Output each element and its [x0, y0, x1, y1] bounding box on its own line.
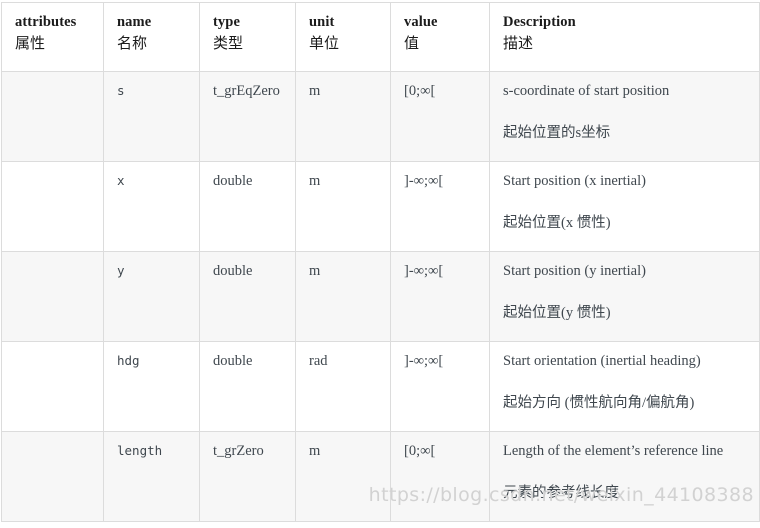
- specification-table-container: attributes 属性 name 名称 type 类型 unit 单位 va…: [1, 2, 760, 522]
- cell-attributes: [1, 341, 104, 432]
- table-header: attributes 属性 name 名称 type 类型 unit 单位 va…: [1, 2, 760, 72]
- column-header-attributes-en: attributes: [15, 14, 77, 30]
- cell-name-value: length: [117, 443, 163, 458]
- table-row: x double m ]-∞;∞[ Start position (x iner…: [1, 161, 760, 252]
- cell-type-value: t_grEqZero: [213, 83, 280, 99]
- table-row: s t_grEqZero m [0;∞[ s-coordinate of sta…: [1, 71, 760, 162]
- cell-description-zh: 起始位置的s坐标: [503, 125, 611, 141]
- cell-description: Length of the element’s reference line 元…: [489, 431, 760, 522]
- cell-name: s: [103, 71, 200, 162]
- cell-name: hdg: [103, 341, 200, 432]
- cell-name-value: x: [117, 173, 125, 188]
- cell-type: t_grZero: [199, 431, 296, 522]
- cell-type-value: double: [213, 263, 253, 279]
- cell-description-en: s-coordinate of start position: [503, 83, 670, 99]
- table-row: length t_grZero m [0;∞[ Length of the el…: [1, 431, 760, 522]
- column-header-type: type 类型: [199, 2, 296, 72]
- cell-name: length: [103, 431, 200, 522]
- cell-value-value: [0;∞[: [404, 83, 436, 99]
- cell-description-zh: 起始方向 (惯性航向角/偏航角): [503, 395, 695, 411]
- cell-attributes: [1, 71, 104, 162]
- cell-unit: m: [295, 431, 391, 522]
- column-header-name: name 名称: [103, 2, 200, 72]
- cell-description-en: Length of the element’s reference line: [503, 443, 724, 459]
- cell-name-value: s: [117, 83, 125, 98]
- column-header-attributes: attributes 属性: [1, 2, 104, 72]
- column-header-description-en: Description: [503, 14, 576, 30]
- cell-value-value: ]-∞;∞[: [404, 353, 444, 369]
- cell-type-value: double: [213, 173, 253, 189]
- cell-attributes: [1, 161, 104, 252]
- cell-type: double: [199, 251, 296, 342]
- cell-value: [0;∞[: [390, 431, 490, 522]
- cell-description-en: Start orientation (inertial heading): [503, 353, 701, 369]
- cell-description: Start position (y inertial) 起始位置(y 惯性): [489, 251, 760, 342]
- cell-value: ]-∞;∞[: [390, 161, 490, 252]
- cell-name-value: y: [117, 263, 125, 278]
- cell-type-value: double: [213, 353, 253, 369]
- cell-unit-value: m: [309, 443, 321, 459]
- cell-description-zh: 起始位置(x 惯性): [503, 215, 611, 231]
- cell-unit: m: [295, 161, 391, 252]
- column-header-unit-en: unit: [309, 14, 335, 30]
- column-header-attributes-zh: 属性: [15, 36, 46, 52]
- cell-name-value: hdg: [117, 353, 140, 368]
- column-header-description-zh: 描述: [503, 36, 534, 52]
- cell-value: [0;∞[: [390, 71, 490, 162]
- table-row: y double m ]-∞;∞[ Start position (y iner…: [1, 251, 760, 342]
- cell-name: y: [103, 251, 200, 342]
- cell-description-en: Start position (y inertial): [503, 263, 646, 279]
- column-header-unit-zh: 单位: [309, 36, 340, 52]
- table-row: hdg double rad ]-∞;∞[ Start orientation …: [1, 341, 760, 432]
- cell-value-value: ]-∞;∞[: [404, 173, 444, 189]
- table-body: s t_grEqZero m [0;∞[ s-coordinate of sta…: [1, 71, 760, 522]
- cell-value-value: [0;∞[: [404, 443, 436, 459]
- column-header-name-en: name: [117, 14, 152, 30]
- cell-unit-value: m: [309, 173, 321, 189]
- cell-unit: m: [295, 71, 391, 162]
- cell-value: ]-∞;∞[: [390, 341, 490, 432]
- column-header-value: value 值: [390, 2, 490, 72]
- cell-type: t_grEqZero: [199, 71, 296, 162]
- cell-unit-value: m: [309, 263, 321, 279]
- cell-value: ]-∞;∞[: [390, 251, 490, 342]
- cell-value-value: ]-∞;∞[: [404, 263, 444, 279]
- cell-description-zh: 起始位置(y 惯性): [503, 305, 611, 321]
- column-header-name-zh: 名称: [117, 36, 148, 52]
- cell-name: x: [103, 161, 200, 252]
- column-header-value-zh: 值: [404, 36, 420, 52]
- column-header-type-en: type: [213, 14, 240, 30]
- attributes-specification-table: attributes 属性 name 名称 type 类型 unit 单位 va…: [1, 2, 760, 522]
- cell-description: Start position (x inertial) 起始位置(x 惯性): [489, 161, 760, 252]
- cell-type-value: t_grZero: [213, 443, 264, 459]
- column-header-value-en: value: [404, 14, 438, 30]
- table-header-row: attributes 属性 name 名称 type 类型 unit 单位 va…: [1, 2, 760, 72]
- cell-description: s-coordinate of start position 起始位置的s坐标: [489, 71, 760, 162]
- column-header-description: Description 描述: [489, 2, 760, 72]
- cell-type: double: [199, 161, 296, 252]
- cell-type: double: [199, 341, 296, 432]
- cell-unit-value: m: [309, 83, 321, 99]
- cell-unit: rad: [295, 341, 391, 432]
- cell-attributes: [1, 251, 104, 342]
- cell-unit: m: [295, 251, 391, 342]
- cell-unit-value: rad: [309, 353, 328, 369]
- column-header-unit: unit 单位: [295, 2, 391, 72]
- cell-description: Start orientation (inertial heading) 起始方…: [489, 341, 760, 432]
- cell-description-en: Start position (x inertial): [503, 173, 646, 189]
- cell-attributes: [1, 431, 104, 522]
- cell-description-zh: 元素的参考线长度: [503, 485, 619, 501]
- column-header-type-zh: 类型: [213, 36, 244, 52]
